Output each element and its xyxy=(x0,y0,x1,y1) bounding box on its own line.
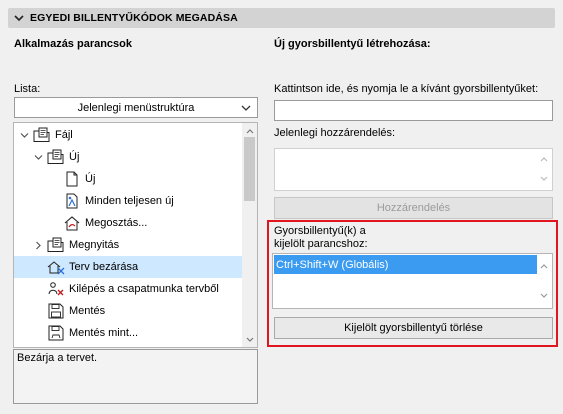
folder-doc-icon xyxy=(33,126,51,144)
tree-item-label: Új xyxy=(85,173,96,185)
tree-item-label: Fájl xyxy=(55,129,73,141)
scroll-down-icon[interactable] xyxy=(540,290,548,302)
tree-scrollbar[interactable] xyxy=(242,123,257,347)
blank-page-icon xyxy=(63,170,81,188)
chevron-down-icon[interactable] xyxy=(32,151,44,163)
section-header[interactable]: EGYEDI BILLENTYŰKÓDOK MEGADÁSA xyxy=(8,8,555,28)
tree-item[interactable]: Új xyxy=(14,146,242,168)
current-assignment-box xyxy=(274,148,553,191)
scroll-down-icon[interactable] xyxy=(540,173,548,185)
tree-expander-spacer xyxy=(32,283,44,295)
tree-expander-spacer xyxy=(48,195,60,207)
scroll-up-icon[interactable] xyxy=(540,153,548,165)
share-house-icon xyxy=(63,214,81,232)
tree-item[interactable]: Mentés xyxy=(14,300,242,322)
tree-expander-spacer xyxy=(48,173,60,185)
exit-team-icon xyxy=(47,280,65,298)
scroll-down-icon[interactable] xyxy=(245,335,254,344)
tree-item[interactable]: Minden teljesen új xyxy=(14,190,242,212)
tree-item[interactable]: Új xyxy=(14,168,242,190)
tree-item[interactable]: Megosztás... xyxy=(14,212,242,234)
tree-item-label: Mentés xyxy=(69,305,106,317)
delete-shortcut-button[interactable]: Kijelölt gyorsbillentyű törlése xyxy=(274,317,553,339)
shortcut-capture-input[interactable] xyxy=(274,100,553,121)
app-commands-heading: Alkalmazás parancsok xyxy=(14,38,133,50)
close-plan-icon xyxy=(47,258,65,276)
tree-expander-spacer xyxy=(48,217,60,229)
tree-item[interactable]: Terv bezárása xyxy=(14,256,242,278)
save-as-icon xyxy=(47,324,65,342)
list-select[interactable]: Jelenlegi menüstruktúra xyxy=(14,97,258,118)
tree-item-label: Terv bezárása xyxy=(69,261,139,273)
tree-item-label: Mentés mint... xyxy=(69,327,139,339)
assign-button[interactable]: Hozzárendelés xyxy=(274,197,553,219)
section-title: EGYEDI BILLENTYŰKÓDOK MEGADÁSA xyxy=(30,12,238,24)
tree-item[interactable]: Kilépés a csapatmunka tervből xyxy=(14,278,242,300)
command-description: Bezárja a tervet. xyxy=(13,349,258,404)
tree-item-label: Megnyitás xyxy=(69,239,120,251)
tree-item-label: Minden teljesen új xyxy=(85,195,174,207)
new-shortcut-heading: Új gyorsbillentyű létrehozása: xyxy=(274,38,431,50)
chevron-down-icon xyxy=(241,103,251,115)
tree-scroll-thumb[interactable] xyxy=(244,137,255,201)
tree-expander-spacer xyxy=(32,261,44,273)
save-icon xyxy=(47,302,65,320)
chevron-down-icon[interactable] xyxy=(18,129,30,141)
tree-item-label: Új xyxy=(69,151,80,163)
command-tree[interactable]: Fájl Új Új Minden teljesen új Megosztás... Me… xyxy=(13,122,258,348)
tree-expander-spacer xyxy=(32,327,44,339)
tree-item[interactable]: Mentés mint... xyxy=(14,322,242,344)
tree-item-label: Kilépés a csapatmunka tervből xyxy=(69,283,219,295)
instruction-label: Kattintson ide, és nyomja le a kívánt gy… xyxy=(274,83,539,95)
shortcuts-label-line2: kijelölt parancshoz: xyxy=(274,238,368,250)
chevron-right-icon[interactable] xyxy=(32,239,44,251)
shortcut-list-item[interactable]: Ctrl+Shift+W (Globális) xyxy=(274,255,537,274)
sparkle-page-icon xyxy=(63,192,81,210)
folder-doc-icon xyxy=(47,236,65,254)
shortcut-list[interactable]: Ctrl+Shift+W (Globális) xyxy=(272,253,553,309)
scroll-up-icon[interactable] xyxy=(245,126,254,135)
tree-item[interactable]: Megnyitás xyxy=(14,234,242,256)
tree-expander-spacer xyxy=(32,305,44,317)
list-select-value: Jelenlegi menüstruktúra xyxy=(77,101,195,114)
folder-doc-icon xyxy=(47,148,65,166)
chevron-down-icon xyxy=(8,14,30,22)
scroll-up-icon[interactable] xyxy=(540,260,548,272)
current-assignment-label: Jelenlegi hozzárendelés: xyxy=(274,127,396,139)
tree-item-label: Megosztás... xyxy=(85,217,148,229)
shortcuts-label-line1: Gyorsbillentyű(k) a xyxy=(274,225,366,237)
list-label: Lista: xyxy=(14,83,41,95)
tree-item[interactable]: Fájl xyxy=(14,124,242,146)
